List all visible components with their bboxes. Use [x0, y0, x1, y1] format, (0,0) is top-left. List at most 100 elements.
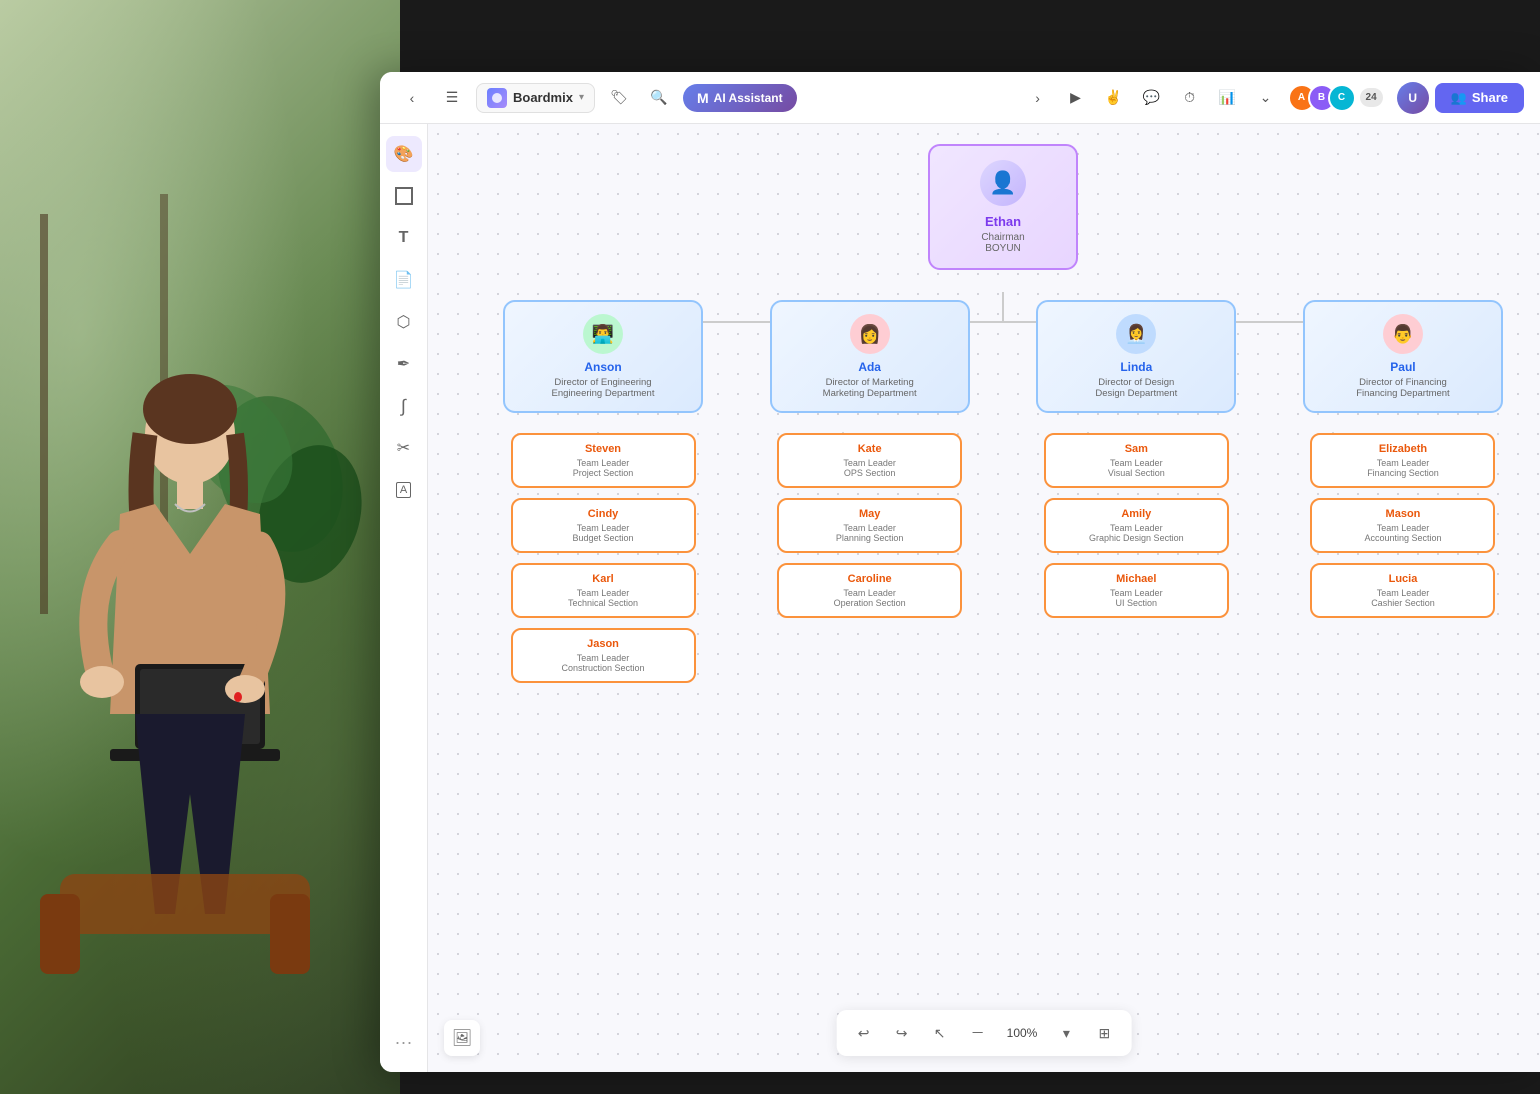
scissors-tool[interactable]: ✂ — [386, 430, 422, 466]
zoom-fit-button[interactable]: ⊞ — [1089, 1018, 1119, 1048]
palette-tool[interactable]: 🎨 — [386, 136, 422, 172]
level3-engineering: Steven Team Leader Project Section Cindy… — [478, 433, 728, 683]
amily-card[interactable]: Amily Team Leader Graphic Design Section — [1044, 498, 1229, 553]
anson-name: Anson — [521, 360, 685, 374]
tags-button[interactable]: 🏷 — [603, 82, 635, 114]
jason-dept: Construction Section — [525, 663, 682, 673]
michael-name: Michael — [1058, 573, 1215, 585]
redo-button[interactable]: ↪ — [887, 1018, 917, 1048]
undo-button[interactable]: ↩ — [849, 1018, 879, 1048]
root-node[interactable]: 👤 Ethan Chairman BOYUN — [928, 144, 1078, 270]
user-avatar[interactable]: U — [1397, 82, 1429, 114]
more-tools-sidebar[interactable]: ··· — [386, 1024, 422, 1060]
more-tools-button[interactable]: ⌄ — [1250, 82, 1282, 114]
toolbar-left: ‹ ☰ Boardmix ▾ 🏷 🔍 — [396, 82, 1014, 114]
pen-tool[interactable]: ✒ — [386, 346, 422, 382]
sticky-icon: 📄 — [394, 270, 414, 290]
canvas-area: 🎨 T 📄 ⬡ ✒ ∫ ✂ A — [380, 124, 1540, 1072]
ai-assistant-button[interactable]: M AI Assistant — [683, 84, 797, 112]
karl-dept: Technical Section — [525, 598, 682, 608]
anson-role: Director of Engineering — [521, 377, 685, 388]
avatar-count: 24 — [1360, 88, 1383, 107]
kate-card[interactable]: Kate Team Leader OPS Section — [777, 433, 962, 488]
level2-ada-col: 👩 Ada Director of Marketing Marketing De… — [745, 300, 995, 413]
chart-icon: 📊 — [1219, 89, 1236, 106]
sidebar-tools: 🎨 T 📄 ⬡ ✒ ∫ ✂ A — [380, 124, 428, 1072]
timer-icon: ⏱ — [1184, 89, 1195, 106]
app-logo[interactable]: Boardmix ▾ — [476, 83, 595, 113]
mason-card[interactable]: Mason Team Leader Accounting Section — [1310, 498, 1495, 553]
lucia-card[interactable]: Lucia Team Leader Cashier Section — [1310, 563, 1495, 618]
cindy-card[interactable]: Cindy Team Leader Budget Section — [511, 498, 696, 553]
level2-anson-col: 👨‍💻 Anson Director of Engineering Engine… — [478, 300, 728, 413]
back-button[interactable]: ‹ — [396, 82, 428, 114]
redo-icon: ↪ — [896, 1025, 908, 1042]
sam-dept: Visual Section — [1058, 468, 1215, 478]
timer-button[interactable]: ⏱ — [1174, 82, 1206, 114]
org-chart: 👤 Ethan Chairman BOYUN 👨‍💻 Anson Directo… — [478, 144, 1528, 683]
zoom-dropdown-button[interactable]: ▾ — [1051, 1018, 1081, 1048]
nav-forward-button[interactable]: › — [1022, 82, 1054, 114]
level3-design: Sam Team Leader Visual Section Amily Tea… — [1011, 433, 1261, 683]
michael-card[interactable]: Michael Team Leader UI Section — [1044, 563, 1229, 618]
comment-button[interactable]: 💬 — [1136, 82, 1168, 114]
kate-name: Kate — [791, 443, 948, 455]
chart-button[interactable]: 📊 — [1212, 82, 1244, 114]
avatar-3: C — [1328, 84, 1356, 112]
comment-icon: 💬 — [1143, 89, 1160, 106]
steven-role: Team Leader — [525, 458, 682, 468]
zoom-level: 100% — [1001, 1026, 1044, 1040]
steven-dept: Project Section — [525, 468, 682, 478]
more-icon: ··· — [395, 1032, 413, 1053]
menu-icon: ☰ — [446, 89, 459, 106]
caroline-card[interactable]: Caroline Team Leader Operation Section — [777, 563, 962, 618]
level3-marketing: Kate Team Leader OPS Section May Team Le… — [745, 433, 995, 683]
amily-name: Amily — [1058, 508, 1215, 520]
may-role: Team Leader — [791, 523, 948, 533]
background-photo — [0, 0, 400, 1094]
tags-icon: 🏷 — [610, 89, 628, 106]
badge-tool[interactable]: A — [386, 472, 422, 508]
jason-card[interactable]: Jason Team Leader Construction Section — [511, 628, 696, 683]
root-name: Ethan — [950, 214, 1056, 229]
sam-name: Sam — [1058, 443, 1215, 455]
text-tool[interactable]: T — [386, 220, 422, 256]
mason-dept: Accounting Section — [1324, 533, 1481, 543]
zoom-out-button[interactable]: － — [963, 1018, 993, 1048]
may-card[interactable]: May Team Leader Planning Section — [777, 498, 962, 553]
search-button[interactable]: 🔍 — [643, 82, 675, 114]
level2-paul-card[interactable]: 👨 Paul Director of Financing Financing D… — [1303, 300, 1503, 413]
shape-icon: ⬡ — [397, 312, 411, 332]
pointer-button[interactable]: ↖ — [925, 1018, 955, 1048]
anson-avatar: 👨‍💻 — [583, 314, 623, 354]
badge-icon: A — [396, 482, 411, 498]
play-button[interactable]: ▶ — [1060, 82, 1092, 114]
elizabeth-card[interactable]: Elizabeth Team Leader Financing Section — [1310, 433, 1495, 488]
level2-linda-card[interactable]: 👩‍💼 Linda Director of Design Design Depa… — [1036, 300, 1236, 413]
shape-tool[interactable]: ⬡ — [386, 304, 422, 340]
share-button[interactable]: 👥 Share — [1435, 83, 1524, 113]
sam-card[interactable]: Sam Team Leader Visual Section — [1044, 433, 1229, 488]
canvas-settings-icon[interactable]: 🖼 — [444, 1020, 480, 1056]
level2-ada-card[interactable]: 👩 Ada Director of Marketing Marketing De… — [770, 300, 970, 413]
sticky-tool[interactable]: 📄 — [386, 262, 422, 298]
frame-tool[interactable] — [386, 178, 422, 214]
steven-card[interactable]: Steven Team Leader Project Section — [511, 433, 696, 488]
undo-icon: ↩ — [858, 1025, 870, 1042]
michael-dept: UI Section — [1058, 598, 1215, 608]
back-icon: ‹ — [410, 90, 415, 106]
mason-role: Team Leader — [1324, 523, 1481, 533]
main-canvas[interactable]: 👤 Ethan Chairman BOYUN 👨‍💻 Anson Directo… — [428, 124, 1540, 1072]
scissors-icon: ✂ — [397, 438, 410, 458]
jason-name: Jason — [525, 638, 682, 650]
dropdown-icon: ▾ — [579, 92, 584, 103]
curve-tool[interactable]: ∫ — [386, 388, 422, 424]
karl-card[interactable]: Karl Team Leader Technical Section — [511, 563, 696, 618]
amily-dept: Graphic Design Section — [1058, 533, 1215, 543]
linda-name: Linda — [1054, 360, 1218, 374]
app-window: ‹ ☰ Boardmix ▾ 🏷 🔍 — [380, 72, 1540, 1072]
menu-button[interactable]: ☰ — [436, 82, 468, 114]
collab-button[interactable]: ✌ — [1098, 82, 1130, 114]
text-icon: T — [399, 229, 409, 247]
level2-anson-card[interactable]: 👨‍💻 Anson Director of Engineering Engine… — [503, 300, 703, 413]
